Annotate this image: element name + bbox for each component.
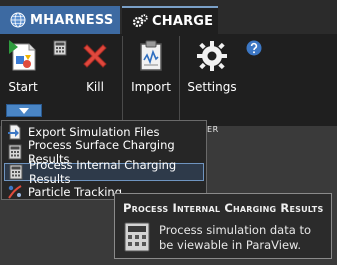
start-label: Start: [8, 80, 38, 94]
tooltip-title: Process Internal Charging Results: [123, 201, 324, 215]
clipboard-import-icon: [140, 40, 162, 71]
tab-label: MHARNESS: [30, 12, 114, 28]
tab-label: CHARGE: [152, 13, 214, 29]
globe-icon: [10, 12, 26, 28]
settings-button[interactable]: Settings: [186, 34, 238, 96]
menu-item-process-internal-charging-results[interactable]: Process Internal Charging Results: [4, 158, 204, 186]
calculator-icon: [53, 40, 67, 56]
particle-icon: [8, 185, 22, 199]
calculator-small-button[interactable]: [50, 34, 70, 96]
tooltip: Process Internal Charging Results Proces…: [114, 193, 332, 259]
tooltip-description: Process simulation data to be viewable i…: [159, 223, 311, 252]
gears-icon: [132, 14, 148, 28]
gear-icon: [197, 41, 227, 71]
help-icon[interactable]: [246, 40, 262, 56]
export-file-icon: [8, 124, 21, 140]
calculator-icon: [9, 164, 23, 180]
kill-label: Kill: [86, 80, 104, 94]
import-button[interactable]: Import: [128, 34, 174, 96]
import-label: Import: [131, 80, 171, 94]
tab-charge[interactable]: CHARGE: [122, 6, 218, 34]
separator: [122, 36, 123, 122]
tab-bar: MHARNESS CHARGE: [0, 0, 337, 34]
settings-label: Settings: [187, 80, 237, 94]
chevron-down-icon: [19, 107, 29, 114]
menu-item-label: Particle Tracking: [28, 185, 123, 199]
close-x-icon: [83, 44, 107, 68]
tab-mharness[interactable]: MHARNESS: [0, 6, 120, 34]
start-dropdown-menu: Export Simulation Files Process Surface …: [1, 120, 207, 200]
start-dropdown-arrow[interactable]: [6, 104, 42, 117]
menu-item-label: Export Simulation Files: [28, 125, 160, 139]
start-button[interactable]: Start: [2, 34, 44, 96]
ribbon-toolbar: Start Kill Import Settings: [0, 34, 337, 135]
separator: [179, 36, 180, 122]
calculator-icon: [8, 144, 22, 160]
start-document-icon: [9, 40, 36, 71]
calculator-icon: [124, 222, 150, 252]
menu-item-label: Process Internal Charging Results: [29, 158, 177, 186]
kill-button[interactable]: Kill: [74, 34, 116, 96]
